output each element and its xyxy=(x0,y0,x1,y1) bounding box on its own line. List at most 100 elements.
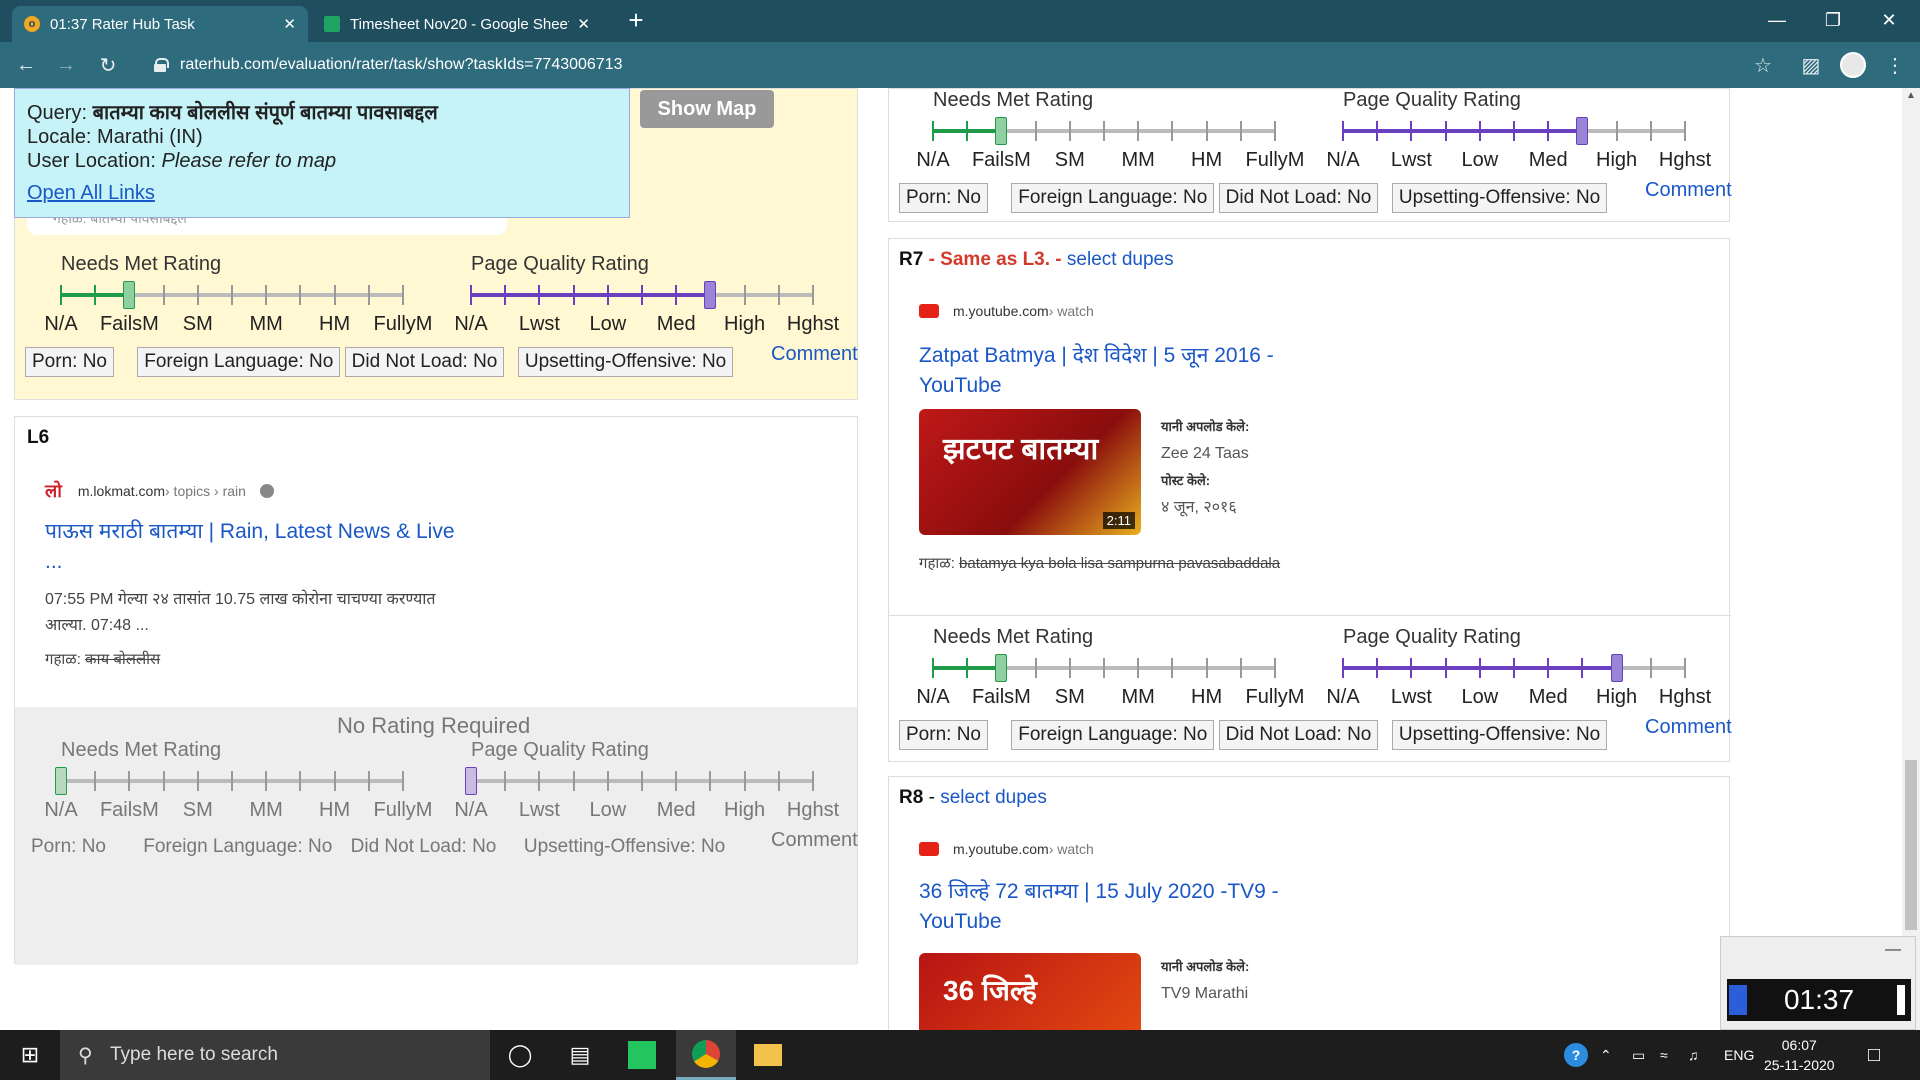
missing-terms: गहाळ: काय बोललीस xyxy=(45,647,160,673)
flag-toggle[interactable]: Foreign Language: No xyxy=(1011,720,1215,750)
notifications-icon[interactable]: □ xyxy=(1868,1030,1880,1080)
slider-tick xyxy=(1068,121,1071,141)
show-map-button[interactable]: Show Map xyxy=(640,90,774,128)
flag-toggle[interactable]: Upsetting-Offensive: No xyxy=(1391,720,1608,750)
clock[interactable]: 06:07 25-11-2020 xyxy=(1764,1030,1835,1080)
rater-timer-widget[interactable]: — 01:37 xyxy=(1720,936,1916,1030)
page-quality-scale-labels: N/A Lwst Low Med High Hghst xyxy=(15,799,857,825)
comment-link[interactable]: Comment xyxy=(771,343,858,366)
open-all-links-link[interactable]: Open All Links xyxy=(27,182,155,204)
page-quality-slider[interactable] xyxy=(1342,117,1686,145)
restore-window-icon[interactable]: ❐ xyxy=(1810,0,1856,40)
slider-tick xyxy=(265,771,268,791)
page-content: गहाळ: बातम्या पावसाबद्दल Needs Met Ratin… xyxy=(0,88,1920,1030)
flag-toggle[interactable]: Porn: No xyxy=(899,720,988,750)
flag-toggle[interactable]: Did Not Load: No xyxy=(1218,720,1379,750)
profile-avatar[interactable] xyxy=(1840,52,1866,78)
volume-icon[interactable]: ♫ xyxy=(1688,1030,1699,1080)
chrome-app-icon[interactable] xyxy=(676,1030,736,1080)
slider-tick xyxy=(1205,658,1208,678)
timer-minimize-button[interactable]: — xyxy=(1885,941,1901,959)
reload-icon[interactable]: ↻ xyxy=(94,51,122,79)
slider-tick xyxy=(1649,658,1652,678)
flag-toggle[interactable]: Porn: No xyxy=(25,347,114,377)
bookmark-star-icon[interactable]: ☆ xyxy=(1750,52,1776,78)
needs-met-slider[interactable] xyxy=(932,117,1276,145)
select-dupes-link[interactable]: select dupes xyxy=(1067,249,1174,270)
forward-icon[interactable]: → xyxy=(52,51,80,79)
new-tab-button[interactable]: + xyxy=(624,6,648,36)
back-icon[interactable]: ← xyxy=(12,51,40,79)
page-quality-slider[interactable] xyxy=(470,281,814,309)
scale-label: Hghst xyxy=(1658,149,1712,171)
flag-toggle[interactable]: Did Not Load: No xyxy=(345,833,503,863)
slider-tick xyxy=(1547,121,1550,141)
language-indicator[interactable]: ENG xyxy=(1724,1030,1754,1080)
flag-toggle[interactable]: Did Not Load: No xyxy=(344,347,505,377)
page-scrollbar[interactable]: ▲ ▼ xyxy=(1902,88,1920,1030)
slider-tick xyxy=(743,285,746,305)
tab-timesheet[interactable]: Timesheet Nov20 - Google Sheet ✕ xyxy=(312,6,602,42)
flag-toggle[interactable]: Upsetting-Offensive: No xyxy=(1391,183,1608,213)
close-tab-icon[interactable]: ✕ xyxy=(577,15,590,33)
help-icon[interactable]: ? xyxy=(1562,1030,1590,1080)
minimize-window-icon[interactable]: — xyxy=(1754,0,1800,40)
scroll-up-arrow-icon[interactable]: ▲ xyxy=(1906,90,1916,101)
comment-link[interactable]: Comment xyxy=(1645,716,1732,739)
slider-thumb[interactable] xyxy=(995,117,1008,145)
comment-link[interactable]: Comment xyxy=(771,829,858,852)
battery-icon[interactable]: ▭ xyxy=(1632,1030,1645,1080)
flag-toggle[interactable]: Foreign Language: No xyxy=(137,833,338,863)
slider-tick xyxy=(196,771,199,791)
slider-thumb[interactable] xyxy=(1576,117,1589,145)
tray-chevron-up-icon[interactable]: ⌃ xyxy=(1600,1030,1612,1080)
result-title-link[interactable]: पाऊस मराठी बातम्या | Rain, Latest News &… xyxy=(45,517,475,577)
slider-thumb[interactable] xyxy=(465,767,477,795)
slider-tick xyxy=(94,285,97,305)
scale-label: Low xyxy=(1461,149,1499,171)
wifi-icon[interactable]: ≈ xyxy=(1660,1030,1668,1080)
slider-thumb[interactable] xyxy=(123,281,136,309)
comment-link[interactable]: Comment xyxy=(1645,179,1732,202)
url-field[interactable]: raterhub.com/evaluation/rater/task/show?… xyxy=(140,48,1760,82)
result-title-link[interactable]: Zatpat Batmya | देश विदेश | 5 जून 2016 -… xyxy=(919,341,1359,401)
raterhub-favicon-icon: o xyxy=(24,16,40,32)
slider-thumb[interactable] xyxy=(704,281,717,309)
flag-toggle[interactable]: Porn: No xyxy=(25,833,112,863)
windows-start-icon[interactable]: ⊞ xyxy=(0,1030,60,1080)
needs-met-slider[interactable] xyxy=(60,281,404,309)
file-explorer-icon[interactable] xyxy=(738,1030,798,1080)
flag-toggle[interactable]: Upsetting-Offensive: No xyxy=(517,347,734,377)
extensions-puzzle-icon[interactable]: ▨ xyxy=(1798,52,1824,78)
slider-tick xyxy=(470,285,472,305)
close-window-icon[interactable]: ✕ xyxy=(1866,0,1912,40)
scale-label: Med xyxy=(656,313,696,335)
flag-toggle[interactable]: Foreign Language: No xyxy=(137,347,341,377)
taskbar-search-input[interactable]: ⚲ Type here to search xyxy=(60,1030,490,1080)
select-dupes-link[interactable]: select dupes xyxy=(940,787,1047,808)
pycharm-app-icon[interactable] xyxy=(612,1030,672,1080)
uploaded-by: TV9 Marathi xyxy=(1161,985,1249,1002)
close-tab-icon[interactable]: ✕ xyxy=(283,15,296,33)
slider-thumb[interactable] xyxy=(995,654,1008,682)
scale-label: Lwst xyxy=(1390,686,1432,708)
flag-toggle[interactable]: Porn: No xyxy=(899,183,988,213)
result-title-link[interactable]: 36 जिल्हे 72 बातम्या | 15 July 2020 -TV9… xyxy=(919,877,1359,937)
slider-tick xyxy=(777,771,780,791)
same-as-note: - Same as L3. - xyxy=(923,249,1067,270)
video-thumbnail[interactable]: झटपट बातम्या 2:11 xyxy=(919,409,1141,535)
scrollbar-thumb[interactable] xyxy=(1905,760,1917,930)
tab-rater-hub[interactable]: o 01:37 Rater Hub Task ✕ xyxy=(12,6,308,42)
flag-toggle[interactable]: Upsetting-Offensive: No xyxy=(518,833,731,863)
cortana-circle-icon[interactable]: ◯ xyxy=(490,1030,550,1080)
site-domain: m.lokmat.com xyxy=(77,483,165,499)
flag-toggle[interactable]: Foreign Language: No xyxy=(1011,183,1215,213)
page-quality-slider[interactable] xyxy=(1342,654,1686,682)
flag-toggle[interactable]: Did Not Load: No xyxy=(1218,183,1379,213)
slider-thumb[interactable] xyxy=(55,767,67,795)
video-thumbnail[interactable]: 36 जिल्हे xyxy=(919,953,1141,1030)
task-view-icon[interactable]: ▤ xyxy=(550,1030,610,1080)
slider-thumb[interactable] xyxy=(1610,654,1623,682)
menu-kebab-icon[interactable]: ⋮ xyxy=(1882,52,1908,78)
needs-met-slider[interactable] xyxy=(932,654,1276,682)
